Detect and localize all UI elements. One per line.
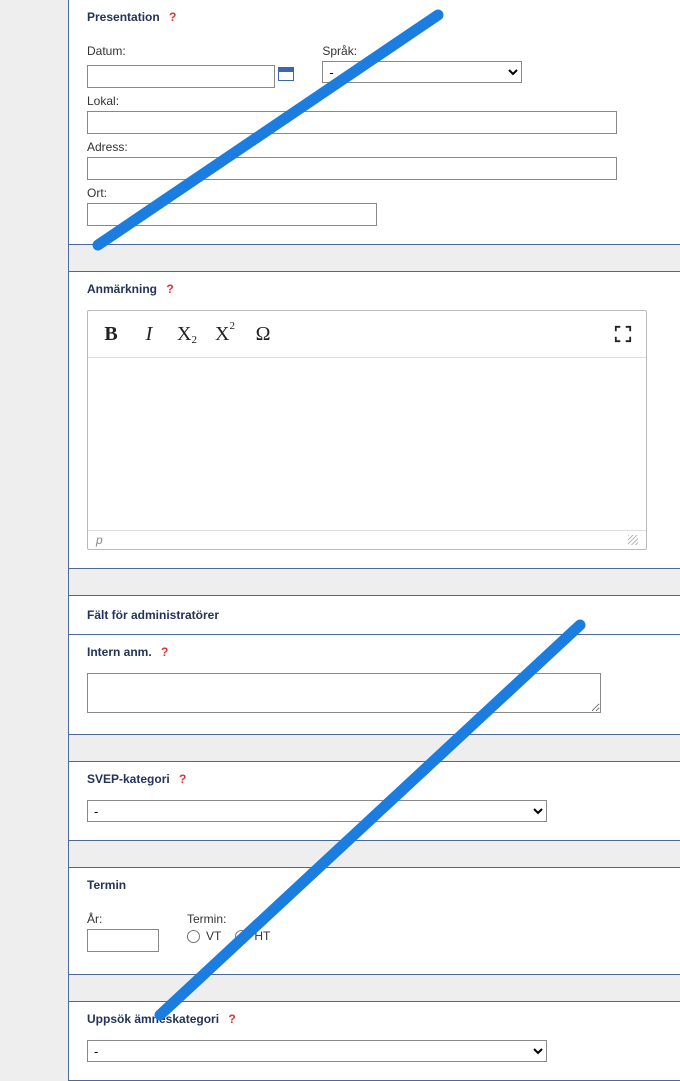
section-title-intern: Intern anm. ? — [87, 645, 662, 659]
section-intern-anm: Intern anm. ? — [69, 634, 680, 735]
section-title-termin: Termin — [87, 878, 662, 892]
admin-header: Fält för administratörer — [69, 595, 680, 634]
section-uppsok: Uppsök ämneskategori ? - — [69, 1001, 680, 1081]
fullscreen-icon[interactable] — [606, 317, 640, 351]
editor-body[interactable] — [88, 358, 646, 530]
section-termin: Termin År: Termin: VT HT — [69, 867, 680, 975]
title-text: SVEP-kategori — [87, 772, 170, 786]
editor-footer: p — [88, 530, 646, 549]
help-icon[interactable]: ? — [169, 10, 176, 24]
gutter — [0, 0, 68, 1006]
calendar-icon[interactable] — [278, 67, 294, 81]
superscript-button[interactable]: X2 — [208, 317, 242, 351]
resize-handle-icon[interactable] — [628, 535, 638, 545]
italic-button[interactable]: I — [132, 317, 166, 351]
section-anmarkning: Anmärkning ? B I X2 X2 Ω p — [69, 271, 680, 569]
ort-label: Ort: — [87, 186, 662, 200]
ht-label: HT — [254, 929, 270, 943]
adress-input[interactable] — [87, 157, 617, 180]
vt-radio[interactable] — [187, 930, 200, 943]
adress-label: Adress: — [87, 140, 662, 154]
title-text: Presentation — [87, 10, 160, 24]
section-title-uppsok: Uppsök ämneskategori ? — [87, 1012, 662, 1026]
help-icon[interactable]: ? — [179, 772, 186, 786]
uppsok-select[interactable]: - — [87, 1040, 547, 1062]
rich-text-editor: B I X2 X2 Ω p — [87, 310, 647, 550]
vt-label: VT — [206, 929, 221, 943]
subscript-button[interactable]: X2 — [170, 317, 204, 351]
section-title-anmarkning: Anmärkning ? — [87, 282, 662, 296]
svep-select[interactable]: - — [87, 800, 547, 822]
datum-label: Datum: — [87, 44, 294, 58]
ar-label: År: — [87, 912, 159, 926]
section-title-svep: SVEP-kategori ? — [87, 772, 662, 786]
bold-button[interactable]: B — [94, 317, 128, 351]
help-icon[interactable]: ? — [166, 282, 173, 296]
ort-input[interactable] — [87, 203, 377, 226]
editor-toolbar: B I X2 X2 Ω — [88, 311, 646, 358]
help-icon[interactable]: ? — [161, 645, 168, 659]
section-presentation: Presentation ? Datum: Språk: - Lokal: Ad… — [69, 0, 680, 245]
termin-label: Termin: — [187, 912, 270, 926]
section-svep: SVEP-kategori ? - — [69, 761, 680, 841]
omega-button[interactable]: Ω — [246, 317, 280, 351]
sprak-select[interactable]: - — [322, 61, 522, 83]
title-text: Termin — [87, 878, 126, 892]
sprak-label: Språk: — [322, 44, 522, 58]
intern-anm-textarea[interactable] — [87, 673, 601, 713]
datum-input[interactable] — [87, 65, 275, 88]
ht-radio[interactable] — [235, 930, 248, 943]
ar-input[interactable] — [87, 929, 159, 952]
editor-path-text: p — [96, 533, 103, 547]
title-text: Anmärkning — [87, 282, 157, 296]
title-text: Uppsök ämneskategori — [87, 1012, 219, 1026]
lokal-label: Lokal: — [87, 94, 662, 108]
lokal-input[interactable] — [87, 111, 617, 134]
main-column: Presentation ? Datum: Språk: - Lokal: Ad… — [68, 0, 680, 1081]
section-title-presentation: Presentation ? — [87, 10, 662, 24]
title-text: Intern anm. — [87, 645, 152, 659]
help-icon[interactable]: ? — [228, 1012, 235, 1026]
